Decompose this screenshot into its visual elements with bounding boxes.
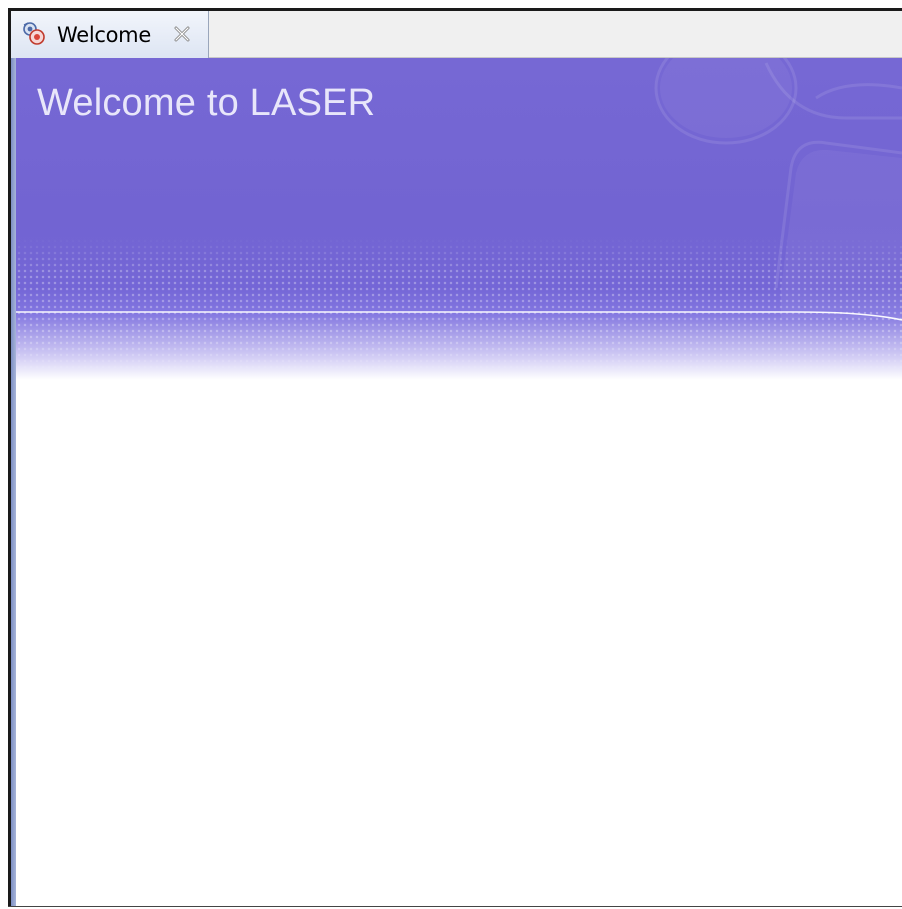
page-title: Welcome to LASER (37, 82, 376, 124)
editor-tab-strip: Welcome (11, 11, 902, 58)
window-frame-bottom (8, 906, 902, 907)
tab-welcome[interactable]: Welcome (11, 11, 209, 58)
welcome-content-area (16, 380, 902, 906)
laser-app-icon (21, 21, 47, 47)
close-icon[interactable] (173, 25, 191, 43)
tab-welcome-label: Welcome (57, 23, 151, 47)
editor-window: Welcome Welcome to LASER (0, 0, 902, 909)
welcome-banner: Welcome to LASER (16, 58, 902, 380)
